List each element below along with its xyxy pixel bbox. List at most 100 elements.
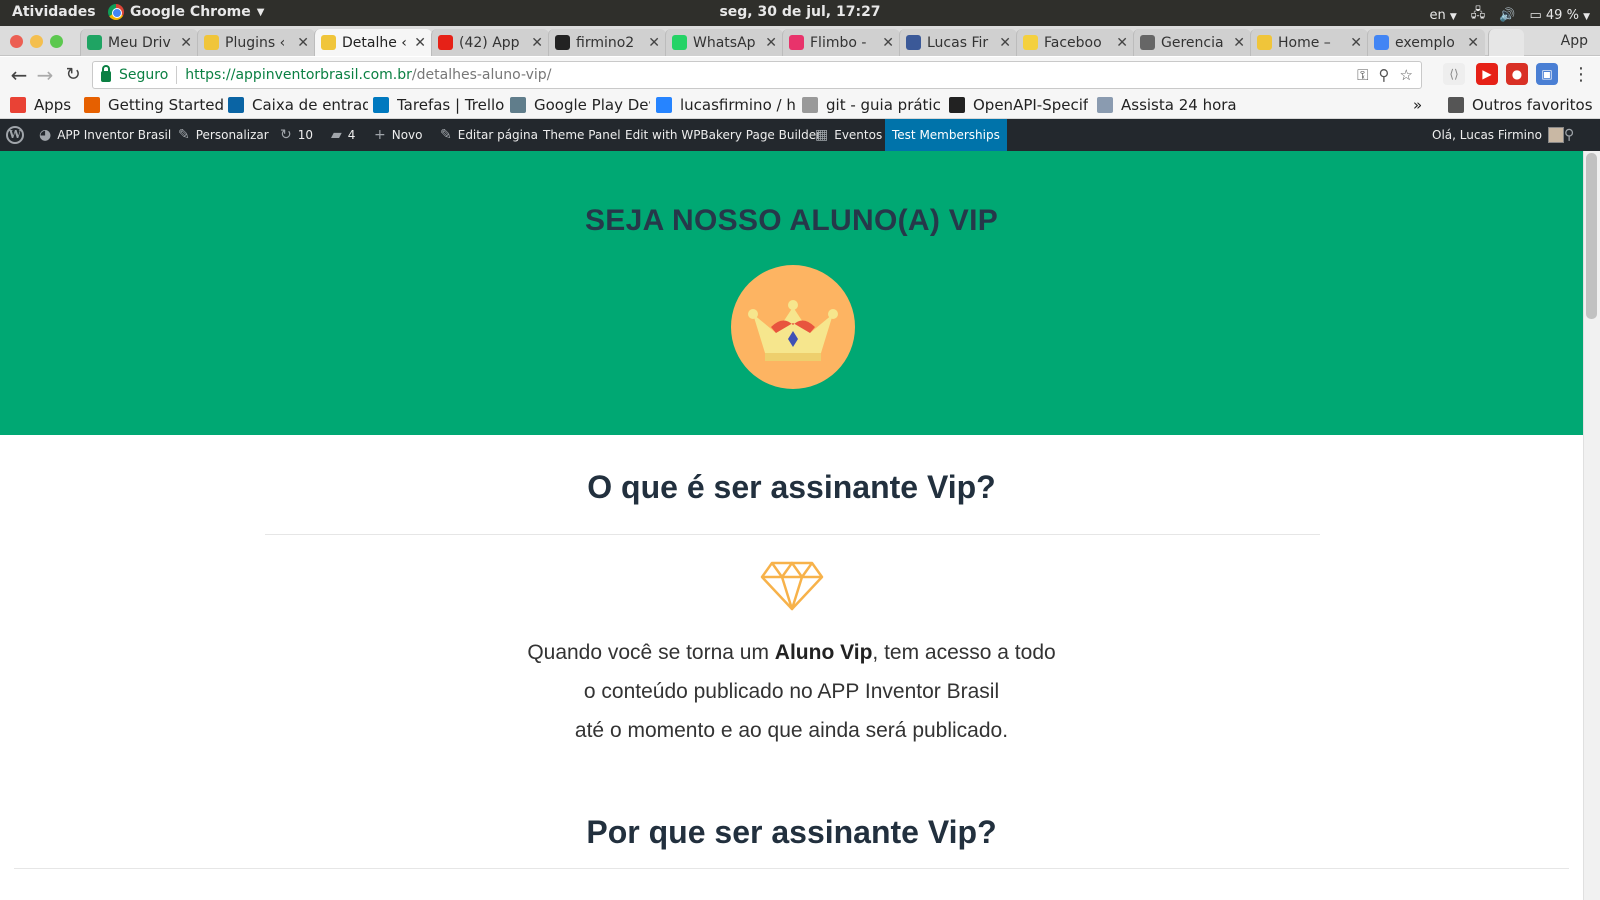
wp-account-menu[interactable]: Olá, Lucas Firmino xyxy=(1432,119,1564,151)
app-menu[interactable]: Google Chrome ▼ xyxy=(108,4,264,20)
browser-tab[interactable]: WhatsAp ✕ xyxy=(665,29,783,56)
bookmark-label: git - guia prátic xyxy=(826,96,941,114)
bookmark-favicon-icon xyxy=(84,97,100,113)
browser-tab[interactable]: Home – ✕ xyxy=(1250,29,1368,56)
wp-test-memberships[interactable]: Test Memberships xyxy=(885,119,1007,151)
browser-tab[interactable]: Faceboo ✕ xyxy=(1016,29,1134,56)
browser-tab[interactable]: exemplo ✕ xyxy=(1367,29,1485,56)
wp-updates[interactable]: ↻ 10 xyxy=(280,119,313,151)
bookmarks-more-label: » xyxy=(1413,96,1423,114)
tab-close-icon[interactable]: ✕ xyxy=(1116,35,1128,51)
tab-close-icon[interactable]: ✕ xyxy=(1233,35,1245,51)
crown-icon xyxy=(731,265,855,389)
tab-favicon-icon xyxy=(1023,35,1038,50)
wp-search-icon[interactable]: ⚲ xyxy=(1564,119,1574,151)
bookmark-item[interactable]: git - guia prátic xyxy=(802,96,942,114)
bookmark-star-icon[interactable]: ☆ xyxy=(1400,66,1413,84)
wp-comments[interactable]: ▰ 4 xyxy=(331,119,355,151)
tab-close-icon[interactable]: ✕ xyxy=(297,35,309,51)
wp-memberships-label: Test Memberships xyxy=(892,128,1000,142)
bookmarks-more-button[interactable]: » xyxy=(1413,96,1422,114)
section-title-why-vip: Por que ser assinante Vip? xyxy=(586,814,997,850)
apps-shortcut[interactable]: Apps xyxy=(10,96,80,114)
chevron-down-icon: ▼ xyxy=(1583,11,1590,22)
tab-apps-label[interactable]: App xyxy=(1561,33,1588,49)
dashboard-icon: ◕ xyxy=(39,127,52,143)
bookmark-item[interactable]: OpenAPI-Specif xyxy=(949,96,1089,114)
tab-close-icon[interactable]: ✕ xyxy=(999,35,1011,51)
zoom-icon[interactable]: ⚲ xyxy=(1379,66,1390,84)
tab-favicon-icon xyxy=(438,35,453,50)
menu-icon[interactable]: ⋮ xyxy=(1568,62,1594,88)
wp-wpbakery[interactable]: Edit with WPBakery Page Builder xyxy=(625,119,821,151)
wp-wpbakery-label: Edit with WPBakery Page Builder xyxy=(625,128,822,142)
bookmark-item[interactable]: Assista 24 horas xyxy=(1097,96,1237,114)
address-actions: ⚿ ⚲ ☆ xyxy=(1357,66,1413,84)
tab-favicon-icon xyxy=(672,35,687,50)
browser-tab[interactable]: Lucas Fir ✕ xyxy=(899,29,1017,56)
browser-tab[interactable]: Detalhe ‹ ✕ xyxy=(314,29,432,56)
window-maximize-button[interactable] xyxy=(50,35,63,48)
forward-button[interactable]: → xyxy=(32,62,58,88)
chevron-down-icon: ▼ xyxy=(256,6,265,18)
tab-close-icon[interactable]: ✕ xyxy=(531,35,543,51)
bookmark-label: Google Play Dev xyxy=(534,96,650,114)
tab-title: Gerencia xyxy=(1161,34,1224,51)
bookmark-favicon-icon xyxy=(656,97,672,113)
bookmark-item[interactable]: Tarefas | Trello xyxy=(373,96,505,114)
other-bookmarks-folder[interactable]: Outros favoritos xyxy=(1448,96,1593,114)
browser-tab[interactable]: Gerencia ✕ xyxy=(1133,29,1251,56)
system-tray[interactable]: en ▼ 🖧 🔊 ▭ 49 % ▼ xyxy=(1429,4,1590,26)
wp-new-content[interactable]: + Novo xyxy=(374,119,423,151)
bookmark-item[interactable]: Caixa de entrad xyxy=(228,96,368,114)
bookmark-item[interactable]: Google Play Dev xyxy=(510,96,650,114)
brush-icon: ✎ xyxy=(178,127,190,143)
browser-tab[interactable]: Meu Driv ✕ xyxy=(80,29,198,56)
vip-description-emphasis: Aluno Vip xyxy=(774,641,873,664)
wp-theme-panel-label: Theme Panel xyxy=(543,128,621,142)
browser-toolbar: ← → ↻ Seguro https://appinventorbrasil.c… xyxy=(0,57,1600,93)
wp-site-name[interactable]: ◕ APP Inventor Brasil xyxy=(39,119,171,151)
extension-badge-icon[interactable]: ● xyxy=(1506,63,1528,85)
tab-close-icon[interactable]: ✕ xyxy=(882,35,894,51)
browser-tab[interactable]: (42) App ✕ xyxy=(431,29,549,56)
tab-close-icon[interactable]: ✕ xyxy=(1467,35,1479,51)
extension-chat-icon[interactable]: ▣ xyxy=(1536,63,1558,85)
tab-close-icon[interactable]: ✕ xyxy=(765,35,777,51)
address-bar[interactable]: Seguro https://appinventorbrasil.com.br /… xyxy=(92,61,1422,89)
tab-close-icon[interactable]: ✕ xyxy=(648,35,660,51)
wp-customize[interactable]: ✎ Personalizar xyxy=(178,119,269,151)
wp-theme-panel[interactable]: Theme Panel xyxy=(543,119,621,151)
back-button[interactable]: ← xyxy=(6,62,32,88)
browser-tab[interactable]: firmino2 ✕ xyxy=(548,29,666,56)
page-content: SEJA NOSSO ALUNO(A) VIP O que é ser assi… xyxy=(0,151,1583,900)
language-label: en xyxy=(1429,7,1446,23)
hero-banner: SEJA NOSSO ALUNO(A) VIP xyxy=(0,151,1583,435)
bookmark-label: Tarefas | Trello xyxy=(397,96,505,114)
tab-title: WhatsAp xyxy=(693,34,756,51)
window-close-button[interactable] xyxy=(10,35,23,48)
reload-button[interactable]: ↻ xyxy=(60,62,86,88)
bookmark-item[interactable]: Getting Started xyxy=(84,96,224,114)
scrollbar-thumb[interactable] xyxy=(1586,153,1597,319)
wp-edit-page[interactable]: ✎ Editar página xyxy=(440,119,538,151)
browser-tab[interactable]: Flimbo - ✕ xyxy=(782,29,900,56)
tab-close-icon[interactable]: ✕ xyxy=(414,35,426,51)
new-tab-button[interactable] xyxy=(1488,29,1524,56)
wp-logo-menu[interactable]: W xyxy=(6,119,24,151)
bookmark-item[interactable]: lucasfirmino / h xyxy=(656,96,796,114)
wp-events[interactable]: ▦ Eventos xyxy=(815,119,882,151)
language-indicator[interactable]: en ▼ xyxy=(1429,8,1456,23)
browser-tab[interactable]: Plugins ‹ ✕ xyxy=(197,29,315,56)
window-minimize-button[interactable] xyxy=(30,35,43,48)
tab-favicon-icon xyxy=(555,35,570,50)
wordpress-icon: W xyxy=(6,126,24,144)
tab-close-icon[interactable]: ✕ xyxy=(1350,35,1362,51)
key-icon[interactable]: ⚿ xyxy=(1357,66,1368,84)
youtube-extension-icon[interactable]: ▶ xyxy=(1476,63,1498,85)
activities-button[interactable]: Atividades xyxy=(12,4,96,20)
tab-close-icon[interactable]: ✕ xyxy=(180,35,192,51)
bookmark-favicon-icon xyxy=(1097,97,1113,113)
extension-icon[interactable]: ⟨⟩ xyxy=(1443,63,1465,85)
bookmark-label: Apps xyxy=(34,96,72,114)
